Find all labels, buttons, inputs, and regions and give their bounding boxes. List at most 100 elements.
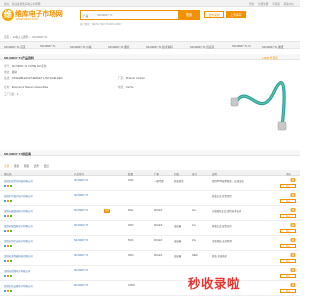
supplier-name-link[interactable]: 深圳市鼎盛新电子有限公司: [4, 224, 33, 228]
table-row: 深圳市华盛兴电子有限公司 SD-69007-T1 原装正品 优势现货询价: [0, 191, 300, 206]
spec-label: 类别：: [4, 71, 12, 74]
search-box: 产品 搜索: [80, 10, 200, 20]
manufacturer-value: MOLEX: [154, 224, 163, 227]
upload-stock-button[interactable]: 上传库存: [226, 11, 246, 18]
filter-futures[interactable]: 期货: [24, 165, 29, 168]
mobile-link[interactable]: 手机版: [272, 3, 280, 6]
spec-label: 厂家：: [118, 77, 126, 80]
supplier-name-link[interactable]: 深圳市创世芯科技有限公司: [4, 179, 33, 183]
tab-images[interactable]: SD-69007-T1 图片: [108, 45, 129, 49]
help-link[interactable]: 帮助中心: [284, 3, 294, 6]
header: 维 维库电子市场网 WWW.DZSC.COM 产品 搜索 热门搜索：89C51 …: [0, 8, 300, 30]
supplier-name-link[interactable]: 深圳市华盛兴电子有限公司: [4, 194, 33, 198]
supplier-name-link[interactable]: 深圳市金利鑫科技有限公司: [4, 254, 33, 258]
cart-icon[interactable]: [290, 177, 296, 183]
tab-datasheet[interactable]: SD-69007-T1 技术资料: [146, 45, 173, 49]
filter-member[interactable]: 会员: [44, 165, 49, 168]
spec-row-packaging: 工厂包装：1: [4, 92, 18, 96]
spec-value: SD-69007-T1 CAT5E 1M 灰色: [11, 65, 47, 68]
tab-drawings[interactable]: SD-69007-T1 图纸: [262, 45, 283, 49]
note-value: 原装正品 优势现货: [212, 195, 232, 198]
supplier-name-link[interactable]: 深圳市信达微电子有限公司: [4, 284, 33, 288]
manufacturer-value: 一级代理: [154, 180, 164, 183]
spec-label: 型号：: [4, 65, 12, 68]
chat-icon[interactable]: [9, 229, 13, 232]
spec-row-current: 电流：Cat 5e: [118, 85, 133, 89]
part-number-link[interactable]: SD-69007-T1: [74, 239, 88, 242]
cart-icon[interactable]: [290, 237, 296, 243]
manufacturer-value: MOLEX: [154, 239, 163, 242]
col-supplier: 供应商: [4, 172, 12, 176]
spec-value: Ethernet & Telecom Assemblies: [11, 86, 49, 89]
inquiry-button[interactable]: 询价: [280, 198, 296, 203]
supplier-name-link[interactable]: 深圳市鑫联创电子有限公司: [4, 209, 33, 213]
search-input[interactable]: [97, 12, 177, 18]
inquiry-button[interactable]: 询价: [280, 273, 296, 278]
quantity-value: 3000: [128, 254, 134, 257]
cart-icon[interactable]: [290, 222, 296, 228]
filter-in-stock[interactable]: 现货: [14, 165, 19, 168]
inquiry-button[interactable]: 询价: [280, 243, 296, 248]
search-type-select[interactable]: 产品: [83, 14, 88, 18]
part-number-link[interactable]: SD-69007-T1: [74, 284, 88, 287]
cart-icon[interactable]: [290, 192, 296, 198]
chat-icon[interactable]: [9, 289, 13, 292]
product-cable-image: [230, 81, 287, 131]
breadcrumb-home[interactable]: 首页: [4, 36, 9, 39]
part-number-link[interactable]: SD-69007-T1: [74, 254, 88, 257]
chat-icon[interactable]: [9, 214, 13, 217]
filter-all[interactable]: 全部: [4, 165, 9, 168]
hot-search-hints: 热门搜索：89C51 TS07 IP1818 LM317: [80, 23, 122, 26]
chat-icon[interactable]: [9, 274, 13, 277]
part-number-link[interactable]: SD-69007-T1: [74, 209, 88, 212]
cart-icon[interactable]: [290, 207, 296, 213]
supplier-name-link[interactable]: 深圳市恒宇达电子有限公司: [4, 239, 33, 243]
tab-price[interactable]: SD-69007-T1 价格: [70, 45, 91, 49]
note-value: 原装 欢迎询价: [212, 255, 228, 258]
chat-icon[interactable]: [9, 184, 13, 187]
watermark-text: 秒收录啦: [188, 277, 241, 291]
logo-subtext: WWW.DZSC.COM: [16, 17, 38, 21]
tab-ic[interactable]: SD-69007-T1 IC: [232, 45, 251, 48]
suppliers-section-bar: [0, 150, 300, 156]
batch-value: 22+: [192, 209, 197, 212]
supplier-badges-icon: [4, 274, 13, 278]
tab-home[interactable]: SD-69007-T1 首页: [4, 45, 25, 49]
inquiry-button[interactable]: 询价: [280, 183, 296, 188]
inquiry-button[interactable]: 询价: [280, 288, 296, 293]
product-tabs: SD-69007-T1 首页 SD-69007-T1 SD-69007-T1 价…: [0, 41, 300, 49]
part-number-link[interactable]: SD-69007-T1: [74, 224, 88, 227]
chat-icon[interactable]: [9, 199, 13, 202]
tab-suppliers[interactable]: SD-69007-T1 供应商: [190, 45, 214, 49]
supplier-name-link[interactable]: 深圳市锐翔电子有限公司: [4, 269, 30, 273]
col-note: 说明: [212, 172, 218, 176]
inquiry-button[interactable]: 询价: [280, 228, 296, 233]
publish-purchase-button[interactable]: 发布采购: [204, 11, 224, 18]
chat-icon[interactable]: [9, 259, 13, 262]
supplier-badges-icon: [4, 214, 13, 218]
inquiry-button[interactable]: 询价: [280, 258, 296, 263]
table-row: 深圳市锐翔电子有限公司 SD-69007-T1 询价: [0, 266, 300, 281]
spec-section-bar: [0, 54, 300, 60]
batch-value: 21+: [192, 224, 197, 227]
cart-icon[interactable]: [290, 267, 296, 273]
cart-icon[interactable]: [290, 252, 296, 258]
quantity-value: 1000: [128, 179, 134, 182]
login-link[interactable]: 登录: [249, 3, 254, 6]
package-value: 原装现货: [174, 180, 184, 183]
breadcrumb-category[interactable]: IC电子元器件: [13, 36, 29, 39]
tab-product[interactable]: SD-69007-T1: [40, 45, 56, 48]
part-number-link[interactable]: SD-69007-T1: [74, 269, 88, 272]
cart-icon[interactable]: [290, 282, 296, 288]
register-link[interactable]: 免费注册: [258, 3, 268, 6]
inquiry-button[interactable]: 询价: [280, 213, 296, 218]
site-logo[interactable]: 维 维库电子市场网 WWW.DZSC.COM: [2, 9, 63, 23]
part-number-link[interactable]: SD-69007-T1: [74, 194, 88, 197]
search-button[interactable]: 搜索: [178, 10, 200, 20]
quantity-value: 41800: [128, 284, 135, 287]
breadcrumb: 首页› IC电子元器件› SD-69007-T1: [4, 36, 48, 39]
filter-advantage[interactable]: 优势: [34, 165, 39, 168]
chat-icon[interactable]: [9, 244, 13, 247]
spec-value: Cat 5e: [125, 86, 134, 89]
part-number-link[interactable]: SD-69007-T1: [74, 179, 88, 182]
